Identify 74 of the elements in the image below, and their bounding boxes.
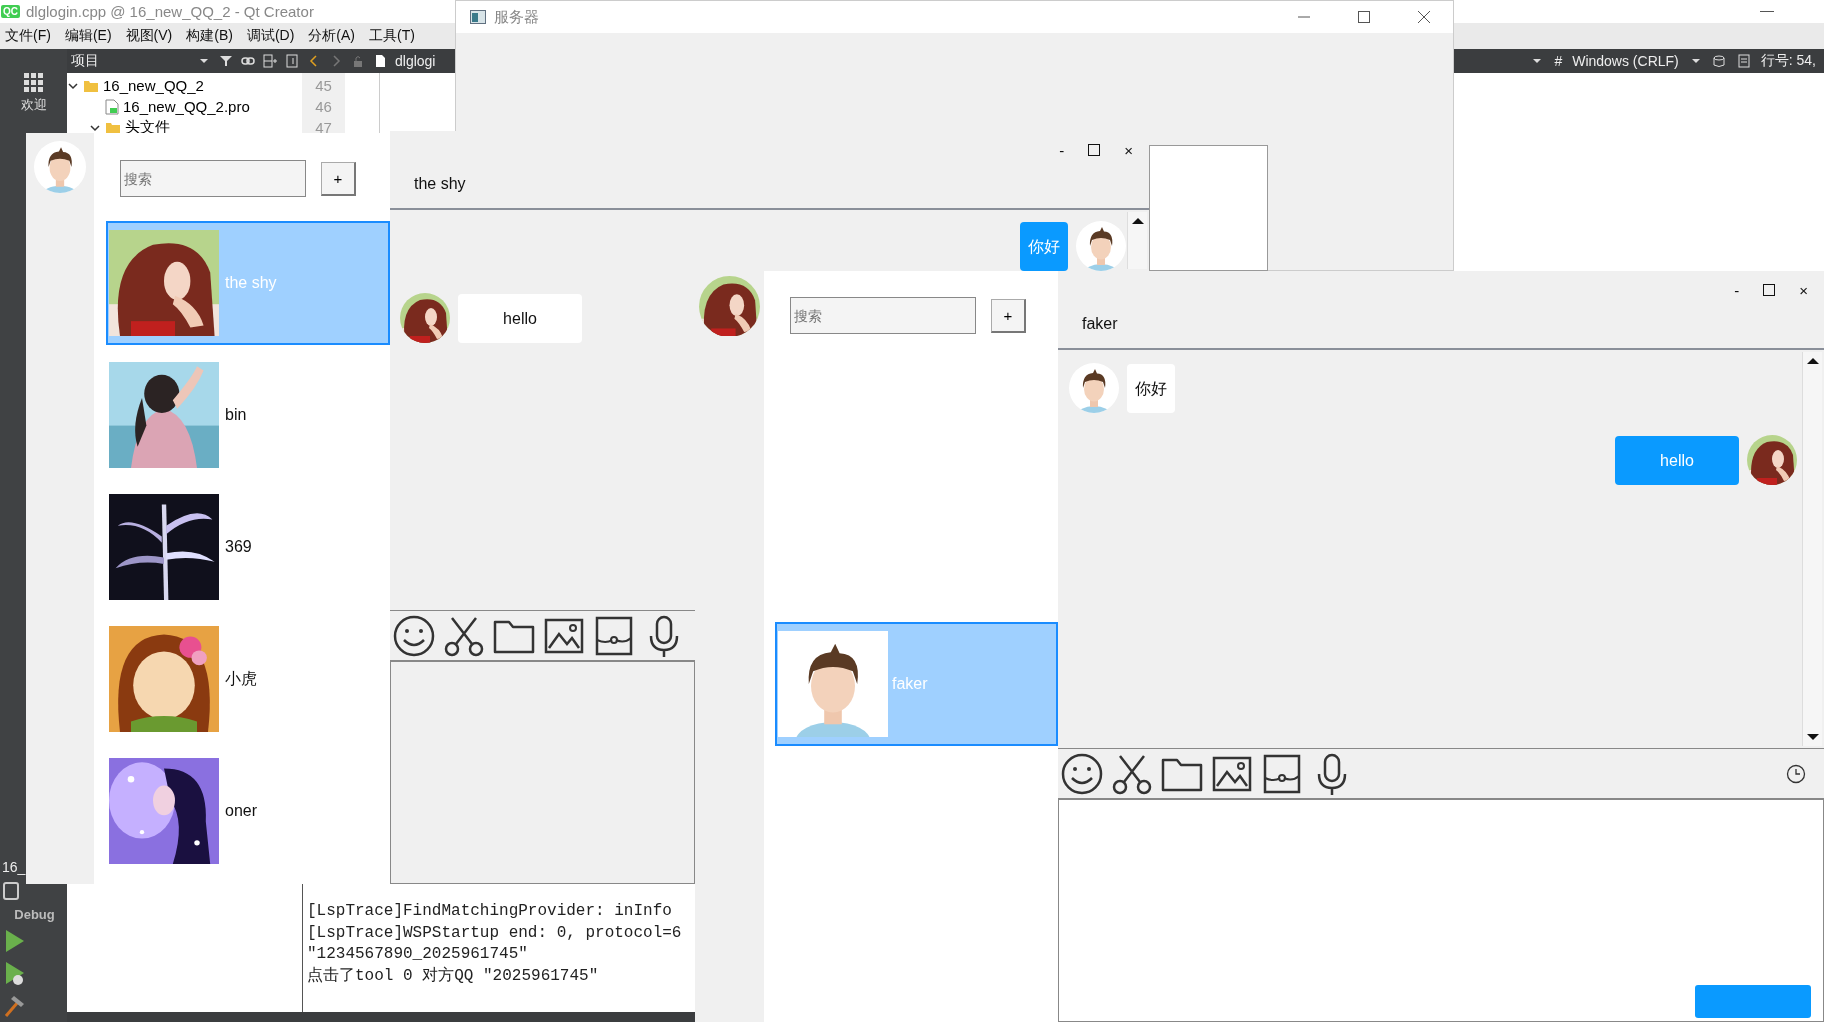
file-tab[interactable]: dlglogi <box>395 53 436 69</box>
message-bubble: hello <box>458 293 582 343</box>
add-button[interactable]: + <box>991 298 1026 333</box>
maximize-button[interactable] <box>1088 144 1101 156</box>
build-label[interactable]: Debug <box>14 907 55 922</box>
tree-item[interactable]: 16_new_QQ_2.pro <box>123 98 250 115</box>
split-icon[interactable] <box>263 54 277 68</box>
line-number: 46 <box>314 97 333 117</box>
contact-name: bin <box>225 406 247 424</box>
close-button[interactable] <box>1417 10 1431 24</box>
contact-name: faker <box>892 675 928 693</box>
contact-name: the shy <box>225 274 277 292</box>
close-button[interactable]: × <box>1797 281 1810 299</box>
app-logo: QC <box>1 5 20 18</box>
contact-name: 369 <box>225 538 252 556</box>
document-icon[interactable] <box>1736 54 1751 68</box>
line-ending-label[interactable]: Windows (CRLF) <box>1572 53 1679 69</box>
file-icon[interactable] <box>373 54 387 68</box>
emoji-icon[interactable] <box>1060 751 1104 796</box>
pane-title: 项目 <box>70 52 100 70</box>
menu-item[interactable]: 分析(A) <box>303 27 364 45</box>
menu-item[interactable]: 编辑(E) <box>59 27 121 45</box>
maximize-button[interactable] <box>1357 10 1371 24</box>
hash-label: # <box>1554 53 1563 69</box>
clock-icon[interactable] <box>1786 763 1806 784</box>
cursor-position: 行号: 54, <box>1760 52 1816 70</box>
contact-name: 小虎 <box>225 668 257 689</box>
close-panel-icon[interactable] <box>285 54 299 68</box>
message-bubble: 你好 <box>1127 363 1175 413</box>
filter-icon[interactable] <box>219 54 233 68</box>
message-bubble: hello <box>1615 435 1739 485</box>
search-field[interactable]: 搜索 <box>790 297 976 334</box>
monitor-icon[interactable] <box>2 881 20 901</box>
menu-item[interactable]: 调试(D) <box>241 27 304 45</box>
menu-item[interactable]: 文件(F) <box>0 27 60 45</box>
link-icon[interactable] <box>241 54 255 68</box>
output-line: 点击了tool 0 对方QQ "2025961745" <box>307 965 600 987</box>
window-icon <box>470 10 486 24</box>
scrollbar[interactable] <box>1802 352 1822 746</box>
line-number: 47 <box>314 118 333 138</box>
contact-item[interactable]: 小虎 <box>106 617 390 741</box>
database-icon[interactable] <box>1712 54 1727 68</box>
search-field[interactable]: 搜索 <box>120 160 306 197</box>
menu-item[interactable]: 构建(B) <box>181 27 242 45</box>
project-file-icon <box>105 98 119 115</box>
contact-item[interactable]: bin <box>106 353 390 477</box>
lock-icon[interactable] <box>351 54 365 68</box>
project-label[interactable]: 16_ <box>2 859 26 875</box>
contact-item[interactable]: 369 <box>106 485 390 609</box>
tree-item[interactable]: 16_new_QQ_2 <box>103 77 204 94</box>
menu-item[interactable]: 工具(T) <box>364 27 424 45</box>
menu-item[interactable]: 视图(V) <box>120 27 182 45</box>
minimize-button[interactable]: - <box>1057 141 1067 159</box>
scrollbar[interactable] <box>1127 212 1147 269</box>
chat-title: faker <box>1081 314 1119 333</box>
maximize-button[interactable] <box>1763 284 1776 296</box>
contact-item[interactable]: oner <box>106 749 390 873</box>
chat-title: the shy <box>413 174 467 193</box>
output-line: [LspTrace]FindMatchingProvider: inInfo <box>307 901 673 922</box>
window-title: 服务器 <box>494 7 539 27</box>
contact-name: oner <box>225 802 258 820</box>
output-line: "1234567890_2025961745" <box>307 944 529 965</box>
window-title: dlglogin.cpp @ 16_new_QQ_2 - Qt Creator <box>26 3 314 20</box>
grid-icon[interactable] <box>24 73 43 92</box>
line-number: 45 <box>314 76 333 96</box>
mode-label[interactable]: 欢迎 <box>20 96 47 114</box>
message-input[interactable] <box>390 661 695 884</box>
message-input[interactable] <box>1058 799 1824 1022</box>
output-line: [LspTrace]WSPStartup end: 0, protocol=6 <box>307 922 682 944</box>
minimize-button[interactable]: - <box>1732 281 1742 299</box>
emoji-icon[interactable] <box>392 613 436 658</box>
close-button[interactable]: × <box>1122 141 1135 159</box>
message-bubble: 你好 <box>1020 221 1068 271</box>
add-button[interactable]: + <box>321 161 356 196</box>
